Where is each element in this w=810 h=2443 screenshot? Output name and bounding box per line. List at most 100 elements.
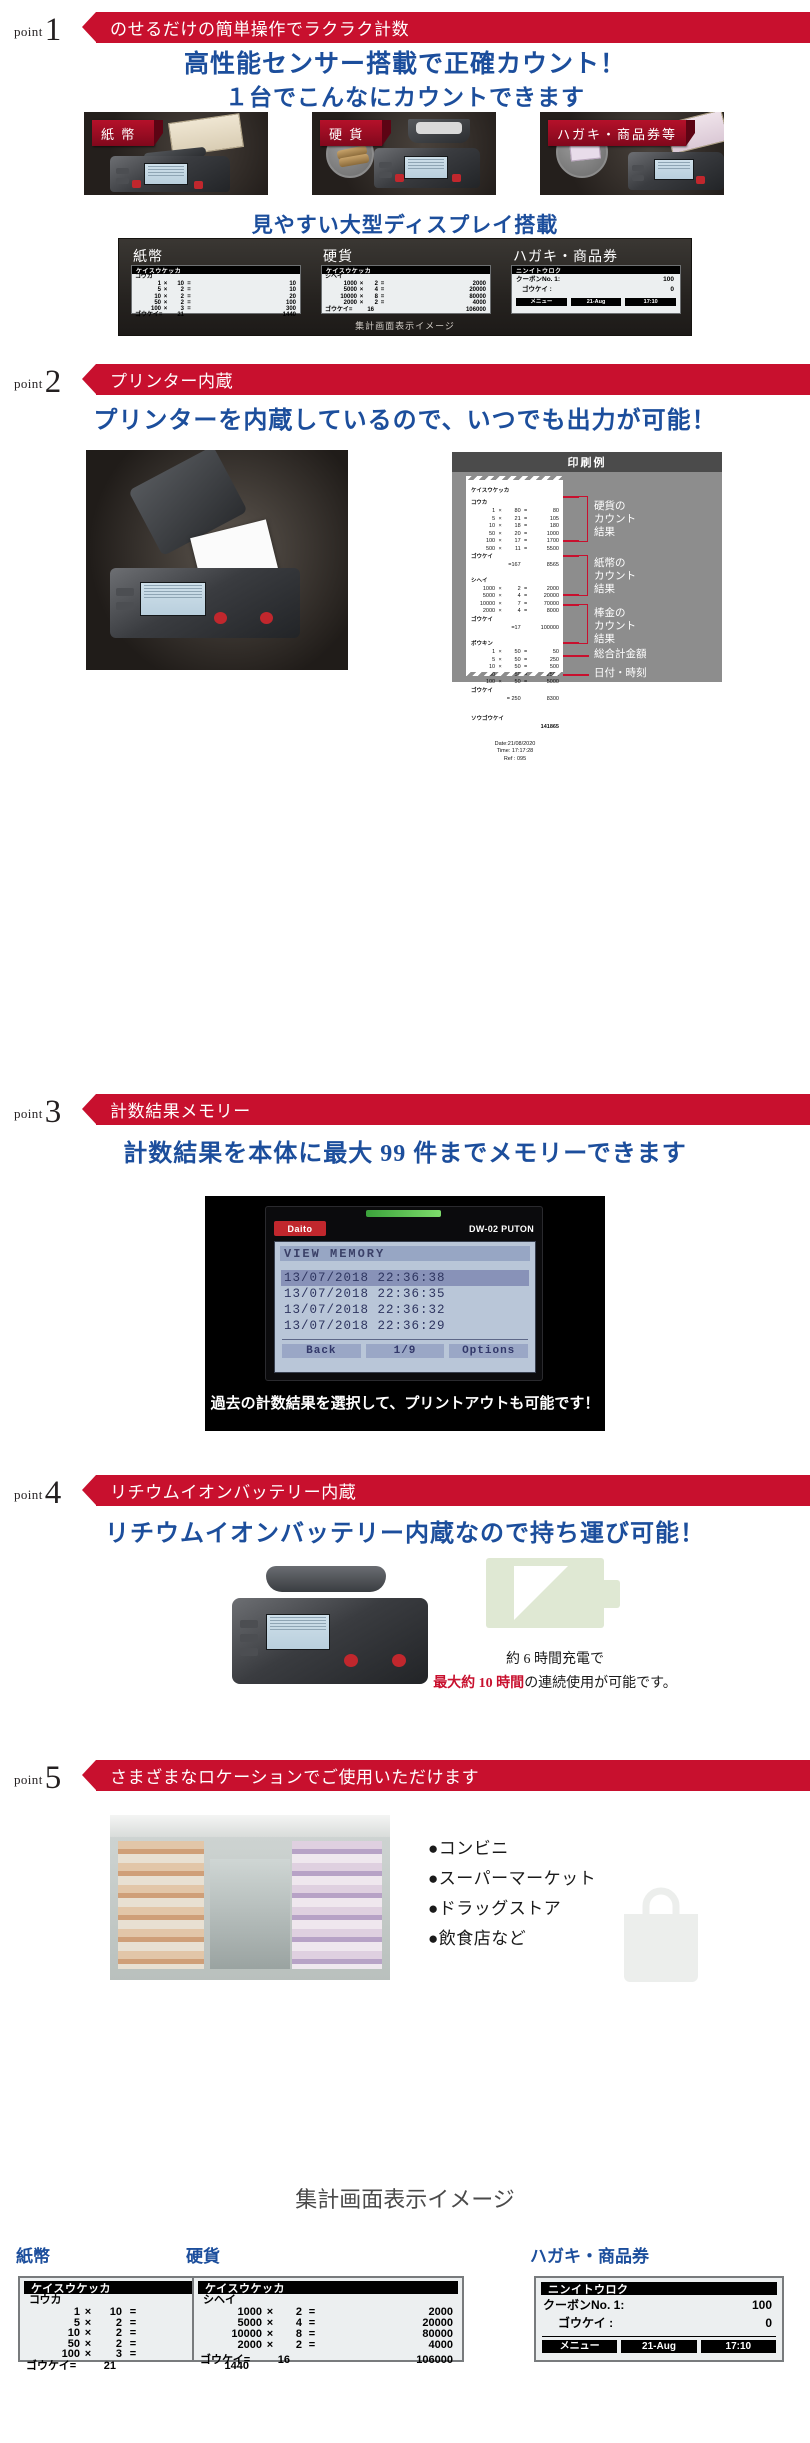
r-eq: = bbox=[524, 515, 528, 522]
r-mul: × bbox=[498, 523, 502, 529]
device-key bbox=[116, 602, 134, 610]
device-key-red bbox=[344, 1654, 358, 1667]
lcd-total-value: 106000 bbox=[416, 2354, 453, 2366]
r-eq: = bbox=[524, 593, 528, 599]
device-body bbox=[110, 156, 230, 192]
device-screen bbox=[404, 156, 448, 179]
annotation-datetime: 日付・時刻 bbox=[594, 667, 647, 679]
display-caption: 集計画面表示イメージ bbox=[355, 321, 455, 331]
r-eq: = bbox=[524, 538, 528, 544]
coupon-row2-value: 0 bbox=[670, 286, 674, 293]
point-1-bar-label: のせるだけの簡単操作でラクラク計数 bbox=[110, 20, 410, 39]
r-eq: = bbox=[524, 608, 528, 614]
memory-entry[interactable]: 13/07/2018 22:36:32 bbox=[281, 1302, 529, 1318]
device-screen bbox=[144, 163, 188, 185]
coupon-foot-menu[interactable]: メニュー bbox=[516, 298, 567, 306]
point-number: 1 bbox=[44, 12, 62, 48]
print-sample-title: 印刷例 bbox=[452, 452, 722, 472]
lcd-eq: = bbox=[129, 2348, 137, 2360]
lcd-mul: × bbox=[266, 2339, 274, 2351]
lcd-eq: = bbox=[187, 306, 191, 313]
bracket-roll bbox=[578, 604, 588, 644]
lcd-denom: 2000 bbox=[237, 2339, 262, 2351]
summary-label-coupon: ハガキ・商品券 bbox=[530, 2247, 649, 2266]
point-2-banner: point 2 プリンター内蔵 bbox=[0, 362, 810, 399]
r-qty: 7 bbox=[517, 600, 521, 607]
tick bbox=[563, 642, 579, 644]
device-body bbox=[374, 148, 480, 188]
summary-lcd-coupon: ニンイトウロク クーボンNo. 1: 100 ゴウケイ : 0 メニュー 21-Au… bbox=[534, 2276, 784, 2362]
device-key-red bbox=[260, 612, 273, 624]
coins-illustration bbox=[416, 122, 462, 134]
device-screen bbox=[140, 582, 206, 616]
point-5-bar-label: さまざまなロケーションでご使用いただけます bbox=[110, 1768, 480, 1787]
photo-banknote: 紙 幣 bbox=[84, 112, 268, 195]
memory-entry[interactable]: 13/07/2018 22:36:29 bbox=[281, 1318, 529, 1334]
receipt-section-name: コウカ bbox=[471, 500, 488, 506]
r-denom: 10 bbox=[489, 523, 496, 529]
coupon-foot-menu[interactable]: メニュー bbox=[542, 2340, 618, 2353]
summary-label-bill: 紙幣 bbox=[16, 2247, 50, 2266]
device-key bbox=[240, 1648, 258, 1656]
device-screen bbox=[654, 159, 694, 180]
device-key-red bbox=[194, 181, 203, 189]
r-value: 70000 bbox=[543, 600, 559, 607]
lcd-title: ケイスウケッカ bbox=[198, 2281, 458, 2295]
r-qty: 50 bbox=[514, 649, 521, 655]
device-front-panel: Daito DW-02 PUTON VIEW MEMORY 13/07/2018… bbox=[265, 1206, 543, 1381]
memory-entry-selected[interactable]: 13/07/2018 22:36:38 bbox=[281, 1270, 529, 1286]
r-mul: × bbox=[498, 508, 502, 514]
r-mul: × bbox=[498, 585, 502, 592]
point-word: point bbox=[14, 24, 43, 39]
r-qty: 4 bbox=[517, 608, 521, 614]
print-sample-box: 印刷例 ケイスウケッカ コウカ 1 × 80 = 80 5 × 21 = 105 10 × 18 = 1… bbox=[452, 452, 722, 762]
r-denom: 2000 bbox=[482, 608, 496, 614]
coupon-row2-value: 0 bbox=[765, 2316, 772, 2330]
r-denom: 1 bbox=[492, 649, 496, 655]
bracket-bill bbox=[578, 555, 588, 596]
device-screen bbox=[266, 1614, 330, 1650]
point-2-bar: プリンター内蔵 bbox=[82, 364, 810, 395]
device-key bbox=[632, 175, 644, 181]
r-denom: 1000 bbox=[482, 585, 496, 592]
lcd-title: ケイスウケッカ bbox=[322, 266, 490, 275]
r-mul: × bbox=[498, 600, 502, 607]
photo-label-postcard: ハガキ・商品券等 bbox=[548, 120, 696, 146]
display-lcd-coin: ケイスウケッカ コウカ 1 × 10 = 10 5 × 2 = 10 10 × 2 = 20 50 × 2 =… bbox=[131, 265, 301, 318]
device-key bbox=[379, 172, 392, 178]
battery-usage-line: 最大約 10 時間の連続使用が可能です。 bbox=[400, 1672, 710, 1692]
point-3-bar-label: 計数結果メモリー bbox=[110, 1102, 251, 1121]
receipt-section-name: シヘイ bbox=[471, 577, 488, 584]
point-word: point bbox=[14, 376, 43, 391]
memory-button-options[interactable]: Options bbox=[449, 1344, 529, 1358]
store-ceiling bbox=[110, 1815, 390, 1837]
lcd-subtitle: シヘイ bbox=[325, 274, 344, 280]
r-eq: = bbox=[524, 656, 528, 663]
lcd-title: ニンイトウロク bbox=[512, 266, 680, 275]
r-mul: × bbox=[498, 538, 502, 544]
lcd-total-value: 106000 bbox=[465, 307, 486, 314]
shopping-bag-icon bbox=[624, 1887, 698, 1982]
memory-entry[interactable]: 13/07/2018 22:36:35 bbox=[281, 1286, 529, 1302]
r-eq: = bbox=[524, 585, 528, 592]
receipt-ref: Ref : 095 bbox=[503, 755, 527, 762]
r-eq: = bbox=[524, 530, 528, 537]
lcd-denom: 10 bbox=[67, 2327, 80, 2339]
point-1-headline-2: １台でこんなにカウントできます bbox=[225, 85, 585, 110]
store-photo bbox=[110, 1815, 390, 1980]
r-value: 105 bbox=[549, 515, 559, 522]
coupon-row2-label: ゴウケイ : bbox=[558, 2316, 614, 2330]
memory-button-back[interactable]: Back bbox=[282, 1344, 361, 1358]
divider bbox=[282, 1339, 528, 1340]
device-key-red bbox=[214, 612, 227, 624]
memory-title: VIEW MEMORY bbox=[280, 1246, 530, 1261]
r-denom: 1 bbox=[492, 508, 496, 514]
display-col-label-0: 紙幣 bbox=[133, 248, 163, 264]
device-key bbox=[240, 1634, 258, 1642]
device-body bbox=[628, 152, 724, 190]
summary-lcd-bill: ケイスウケッカ シヘイ 1000 × 2 = 2000 5000 × 4 = 20000 100… bbox=[192, 2276, 464, 2366]
memory-caption: 過去の計数結果を選択して、プリントアウトも可能です！ bbox=[210, 1396, 600, 1412]
receipt-grand-value: 141865 bbox=[540, 724, 559, 730]
receipt-grand-label: ソウゴウケイ bbox=[471, 716, 504, 722]
hopper bbox=[266, 1566, 386, 1592]
